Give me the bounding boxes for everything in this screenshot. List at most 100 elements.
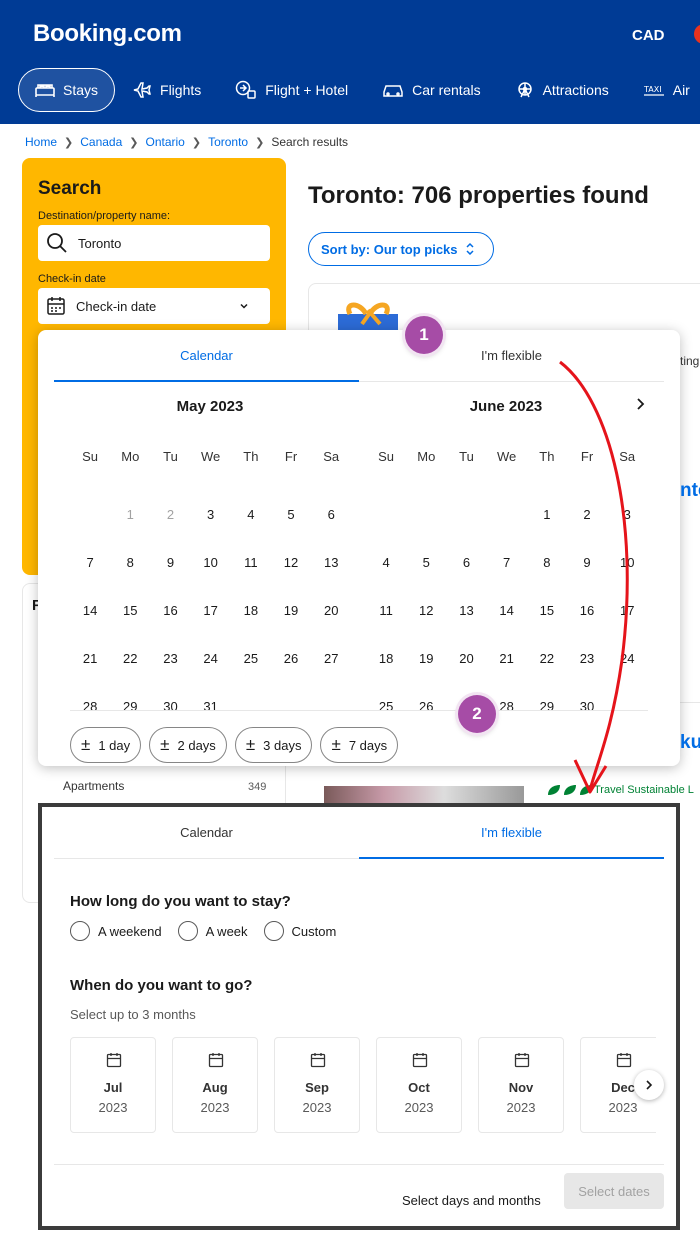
next-months-button[interactable] bbox=[634, 1070, 664, 1100]
calendar-day[interactable]: 5 bbox=[406, 538, 446, 586]
calendar-day[interactable]: 16 bbox=[150, 586, 190, 634]
calendar-day[interactable]: 19 bbox=[271, 586, 311, 634]
nav-attractions[interactable]: Attractions bbox=[498, 68, 626, 112]
calendar-day[interactable]: 20 bbox=[311, 586, 351, 634]
calendar-day[interactable]: 2 bbox=[567, 490, 607, 538]
calendar-day[interactable]: 17 bbox=[191, 586, 231, 634]
select-dates-button[interactable]: Select dates bbox=[564, 1173, 664, 1209]
tab-calendar[interactable]: Calendar bbox=[54, 330, 359, 382]
calendar-day[interactable]: 16 bbox=[567, 586, 607, 634]
calendar-day[interactable]: 15 bbox=[110, 586, 150, 634]
breadcrumb-home[interactable]: Home bbox=[25, 135, 57, 149]
calendar-day[interactable]: 11 bbox=[366, 586, 406, 634]
calendar-day[interactable]: 13 bbox=[446, 586, 486, 634]
chip-1-day[interactable]: ±1 day bbox=[70, 727, 142, 763]
nav-flight-hotel[interactable]: Flight + Hotel bbox=[218, 68, 365, 112]
calendar-day[interactable]: 25 bbox=[231, 634, 271, 682]
calendar-day[interactable]: 14 bbox=[487, 586, 527, 634]
month-card[interactable]: Sep 2023 bbox=[274, 1037, 360, 1133]
radio-circle bbox=[70, 921, 90, 941]
calendar-day[interactable]: 30 bbox=[150, 682, 190, 730]
chip-2-days[interactable]: ±2 days bbox=[149, 727, 227, 763]
calendar-day[interactable]: 5 bbox=[271, 490, 311, 538]
month-card[interactable]: Nov 2023 bbox=[478, 1037, 564, 1133]
booking-logo[interactable]: Booking.com bbox=[33, 20, 182, 48]
main-nav: Stays Flights Flight + Hotel Car rentals… bbox=[18, 68, 700, 112]
calendar-day[interactable]: 11 bbox=[231, 538, 271, 586]
calendar-day[interactable]: 23 bbox=[150, 634, 190, 682]
calendar-day[interactable]: 26 bbox=[271, 634, 311, 682]
calendar-day[interactable]: 29 bbox=[527, 682, 567, 730]
breadcrumb-canada[interactable]: Canada bbox=[80, 135, 122, 149]
calendar-day[interactable]: 31 bbox=[191, 682, 231, 730]
calendar-day[interactable]: 22 bbox=[110, 634, 150, 682]
calendar-day[interactable]: 9 bbox=[567, 538, 607, 586]
month-name: Aug bbox=[202, 1080, 228, 1095]
tab-im-flexible[interactable]: I'm flexible bbox=[359, 807, 664, 859]
language-flag-icon[interactable] bbox=[694, 24, 700, 44]
breadcrumb-ontario[interactable]: Ontario bbox=[146, 135, 185, 149]
chip-7-days[interactable]: ±7 days bbox=[320, 727, 399, 763]
calendar-day[interactable]: 13 bbox=[311, 538, 351, 586]
next-month-icon[interactable] bbox=[632, 396, 648, 412]
nav-car-rentals[interactable]: Car rentals bbox=[365, 68, 497, 112]
calendar-day[interactable]: 22 bbox=[527, 634, 567, 682]
radio-weekend[interactable]: A weekend bbox=[70, 921, 162, 941]
calendar-day[interactable]: 23 bbox=[567, 634, 607, 682]
calendar-day[interactable]: 4 bbox=[366, 538, 406, 586]
filter-apartments-label[interactable]: Apartments bbox=[63, 779, 124, 793]
calendar-day[interactable]: 30 bbox=[567, 682, 607, 730]
destination-input[interactable]: Toronto bbox=[38, 225, 270, 261]
sort-button[interactable]: Sort by: Our top picks bbox=[308, 232, 494, 266]
calendar-day[interactable]: 8 bbox=[110, 538, 150, 586]
nav-flights[interactable]: Flights bbox=[115, 68, 218, 112]
calendar-day[interactable]: 9 bbox=[150, 538, 190, 586]
calendar-day[interactable]: 7 bbox=[70, 538, 110, 586]
calendar-day[interactable]: 6 bbox=[311, 490, 351, 538]
calendar-day[interactable]: 24 bbox=[607, 634, 647, 682]
calendar-day[interactable]: 3 bbox=[191, 490, 231, 538]
month-card[interactable]: Jul 2023 bbox=[70, 1037, 156, 1133]
breadcrumb-toronto[interactable]: Toronto bbox=[208, 135, 248, 149]
calendar-day[interactable]: 6 bbox=[446, 538, 486, 586]
calendar-day[interactable]: 27 bbox=[311, 634, 351, 682]
calendar-day[interactable]: 10 bbox=[607, 538, 647, 586]
currency-selector[interactable]: CAD bbox=[632, 27, 665, 44]
nav-airport-taxis[interactable]: TAXI Air bbox=[626, 68, 700, 112]
calendar-day[interactable]: 14 bbox=[70, 586, 110, 634]
stay-length-options: A weekend A week Custom bbox=[70, 921, 352, 941]
calendar-day[interactable]: 3 bbox=[607, 490, 647, 538]
calendar-day[interactable]: 12 bbox=[406, 586, 446, 634]
month-card[interactable]: Aug 2023 bbox=[172, 1037, 258, 1133]
calendar-day[interactable]: 7 bbox=[487, 538, 527, 586]
weekday-header: Fr bbox=[580, 448, 594, 464]
checkin-date-field[interactable]: Check-in date bbox=[38, 288, 270, 324]
calendar-day[interactable]: 21 bbox=[70, 634, 110, 682]
radio-week[interactable]: A week bbox=[177, 921, 248, 941]
calendar-day[interactable]: 12 bbox=[271, 538, 311, 586]
calendar-day[interactable]: 1 bbox=[527, 490, 567, 538]
calendar-day[interactable]: 19 bbox=[406, 634, 446, 682]
calendar-day[interactable]: 25 bbox=[366, 682, 406, 730]
nav-stays[interactable]: Stays bbox=[18, 68, 116, 112]
tab-calendar[interactable]: Calendar bbox=[54, 807, 359, 858]
calendar-day[interactable]: 18 bbox=[366, 634, 406, 682]
calendar-day[interactable]: 4 bbox=[231, 490, 271, 538]
calendar-day[interactable]: 17 bbox=[607, 586, 647, 634]
calendar-day[interactable]: 8 bbox=[527, 538, 567, 586]
empty-day bbox=[406, 490, 446, 538]
checkin-label: Check-in date bbox=[38, 273, 106, 285]
calendar-day[interactable]: 15 bbox=[527, 586, 567, 634]
radio-custom[interactable]: Custom bbox=[263, 921, 336, 941]
chip-3-days[interactable]: ±3 days bbox=[234, 727, 313, 763]
calendar-day[interactable]: 29 bbox=[110, 682, 150, 730]
calendar-day[interactable]: 21 bbox=[487, 634, 527, 682]
calendar-day[interactable]: 18 bbox=[231, 586, 271, 634]
calendar-day[interactable]: 10 bbox=[191, 538, 231, 586]
month-card[interactable]: Oct 2023 bbox=[376, 1037, 462, 1133]
calendar-day[interactable]: 26 bbox=[406, 682, 446, 730]
calendar-day[interactable]: 20 bbox=[446, 634, 486, 682]
calendar-day[interactable]: 24 bbox=[191, 634, 231, 682]
chip-label: 1 day bbox=[98, 737, 131, 753]
calendar-day[interactable]: 28 bbox=[70, 682, 110, 730]
